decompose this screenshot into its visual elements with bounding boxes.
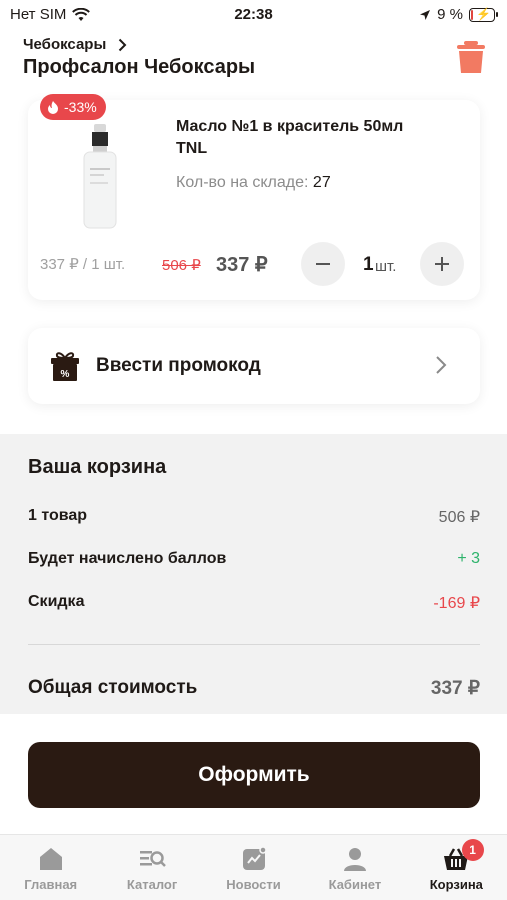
summary-label: 1 товар [28,507,88,524]
cart-count-badge: 1 [461,839,484,861]
product-name[interactable]: Масло №1 в краситель 50мл TNL [176,116,436,160]
discount-label: -33% [64,99,97,115]
checkout-button[interactable]: Оформить [28,742,480,808]
summary-label: Будет начислено баллов [28,550,227,567]
total-label: Общая стоимость [28,677,198,698]
summary-row-discount: Скидка -169 ₽ [28,593,480,613]
city-label: Чебоксары [23,36,107,53]
stock-info: Кол-во на складе: 27 [176,174,331,192]
divider [28,644,480,645]
summary-title: Ваша корзина [28,456,167,478]
summary-label: Скидка [28,593,85,610]
discount-badge: -33% [40,94,106,120]
tab-label: Корзина [429,877,483,892]
tab-label: Новости [226,877,281,892]
new-price: 337 ₽ [216,254,268,276]
minus-icon [316,263,330,265]
tab-news[interactable]: Новости [203,835,304,900]
summary-row-items: 1 товар 506 ₽ [28,507,480,527]
plus-icon [435,257,449,271]
total-value: 337 ₽ [430,678,480,699]
summary-value: -169 ₽ [433,595,480,612]
charging-bolt-icon: ⚡ [476,6,491,21]
fire-icon [48,101,58,114]
product-image [83,124,117,229]
catalog-icon [140,851,166,867]
location-arrow-icon [420,9,431,20]
profile-icon [343,848,366,871]
gift-icon: % [51,352,79,381]
stock-label: Кол-во на складе: [176,174,309,191]
tab-cart[interactable]: Корзина 1 [406,835,507,900]
tab-bar: Главная Каталог Новости Кабинет Корзина … [0,834,507,900]
home-icon [39,848,62,870]
cart-item-card: -33% Масло №1 в краситель 50мл TNL Кол-в… [28,94,480,300]
trash-icon[interactable] [456,40,486,74]
promo-code-row[interactable]: % Ввести промокод [28,328,480,404]
battery-percent: 9 % [437,6,463,23]
stock-value: 27 [312,174,331,191]
decrease-quantity-button[interactable] [301,242,345,286]
unit-price: 337 ₽ / 1 шт. [40,256,126,273]
tab-catalog[interactable]: Каталог [101,835,202,900]
tab-label: Каталог [126,877,178,892]
tab-home[interactable]: Главная [0,835,101,900]
summary-total: Общая стоимость 337 ₽ [28,677,480,700]
status-bar: Нет SIM 22:38 9 % ⚡ [0,0,507,30]
battery-icon: ⚡ [469,6,498,22]
promo-code-label: Ввести промокод [96,355,261,376]
city-selector[interactable]: Чебоксары [23,36,127,53]
battery-fill [471,9,473,20]
chevron-right-icon [119,38,127,51]
quantity-value: 1 [363,254,374,275]
increase-quantity-button[interactable] [420,242,464,286]
summary-row-bonus: Будет начислено баллов + 3 [28,550,480,568]
news-icon [242,846,267,870]
tab-label: Кабинет [328,877,382,892]
tab-label: Главная [24,877,78,892]
cart-summary: Ваша корзина 1 товар 506 ₽ Будет начисле… [0,434,507,724]
old-price: 506 ₽ [162,257,201,274]
salon-title: Профсалон Чебоксары [23,56,256,78]
svg-text:%: % [61,369,70,380]
summary-value: 506 ₽ [438,509,480,526]
status-right: 9 % ⚡ [419,6,498,23]
chevron-right-icon [436,356,447,374]
summary-value: + 3 [457,550,480,567]
tab-profile[interactable]: Кабинет [304,835,405,900]
quantity-unit: шт. [375,258,397,275]
